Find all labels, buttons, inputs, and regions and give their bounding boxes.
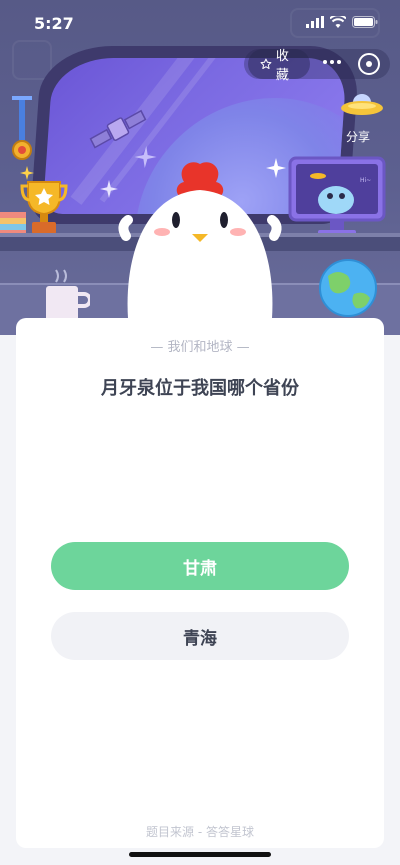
answer-option-2[interactable]: 青海 — [51, 612, 349, 660]
close-button[interactable] — [358, 53, 380, 75]
close-icon — [366, 61, 372, 67]
mug-icon — [46, 269, 90, 322]
category-dash-right: — — [232, 340, 250, 355]
answer-option-label: 甘肃 — [183, 558, 217, 579]
status-time: 5:27 — [34, 14, 74, 33]
more-dots-icon — [323, 60, 341, 64]
share-button[interactable] — [340, 92, 384, 120]
question-source: 题目来源 - 答答星球 — [146, 825, 254, 839]
quiz-category: — 我们和地球 — — [16, 336, 384, 355]
home-indicator[interactable] — [129, 852, 271, 857]
battery-icon — [352, 16, 378, 28]
more-button[interactable] — [322, 54, 344, 74]
globe-icon — [319, 259, 377, 317]
status-bar: 5:27 — [0, 0, 400, 46]
star-outline-icon — [260, 58, 272, 70]
ufo-share-icon — [341, 94, 383, 115]
question-text: 月牙泉位于我国哪个省份 — [101, 378, 299, 399]
svg-text:Hi~: Hi~ — [360, 177, 371, 184]
wifi-icon — [330, 16, 346, 28]
favorite-label: 收藏 — [275, 49, 289, 83]
category-dash-left: — — [150, 340, 168, 355]
favorite-button[interactable]: 收藏 — [248, 49, 310, 83]
signal-icon — [306, 16, 324, 28]
quiz-card: — 我们和地球 — 月牙泉位于我国哪个省份 甘肃 青海 题目来源 - 答答星球 — [16, 318, 384, 848]
medal-icon — [12, 96, 32, 160]
answer-option-1[interactable]: 甘肃 — [51, 542, 349, 590]
share-label[interactable]: 分享 — [346, 128, 370, 145]
chicken-mascot — [118, 162, 282, 335]
answer-option-label: 青海 — [183, 628, 217, 649]
status-icons — [306, 16, 378, 28]
monitor-alien-icon: Hi~ — [288, 156, 386, 236]
category-label: 我们和地球 — [167, 340, 233, 355]
sparkle-icon — [20, 166, 34, 180]
